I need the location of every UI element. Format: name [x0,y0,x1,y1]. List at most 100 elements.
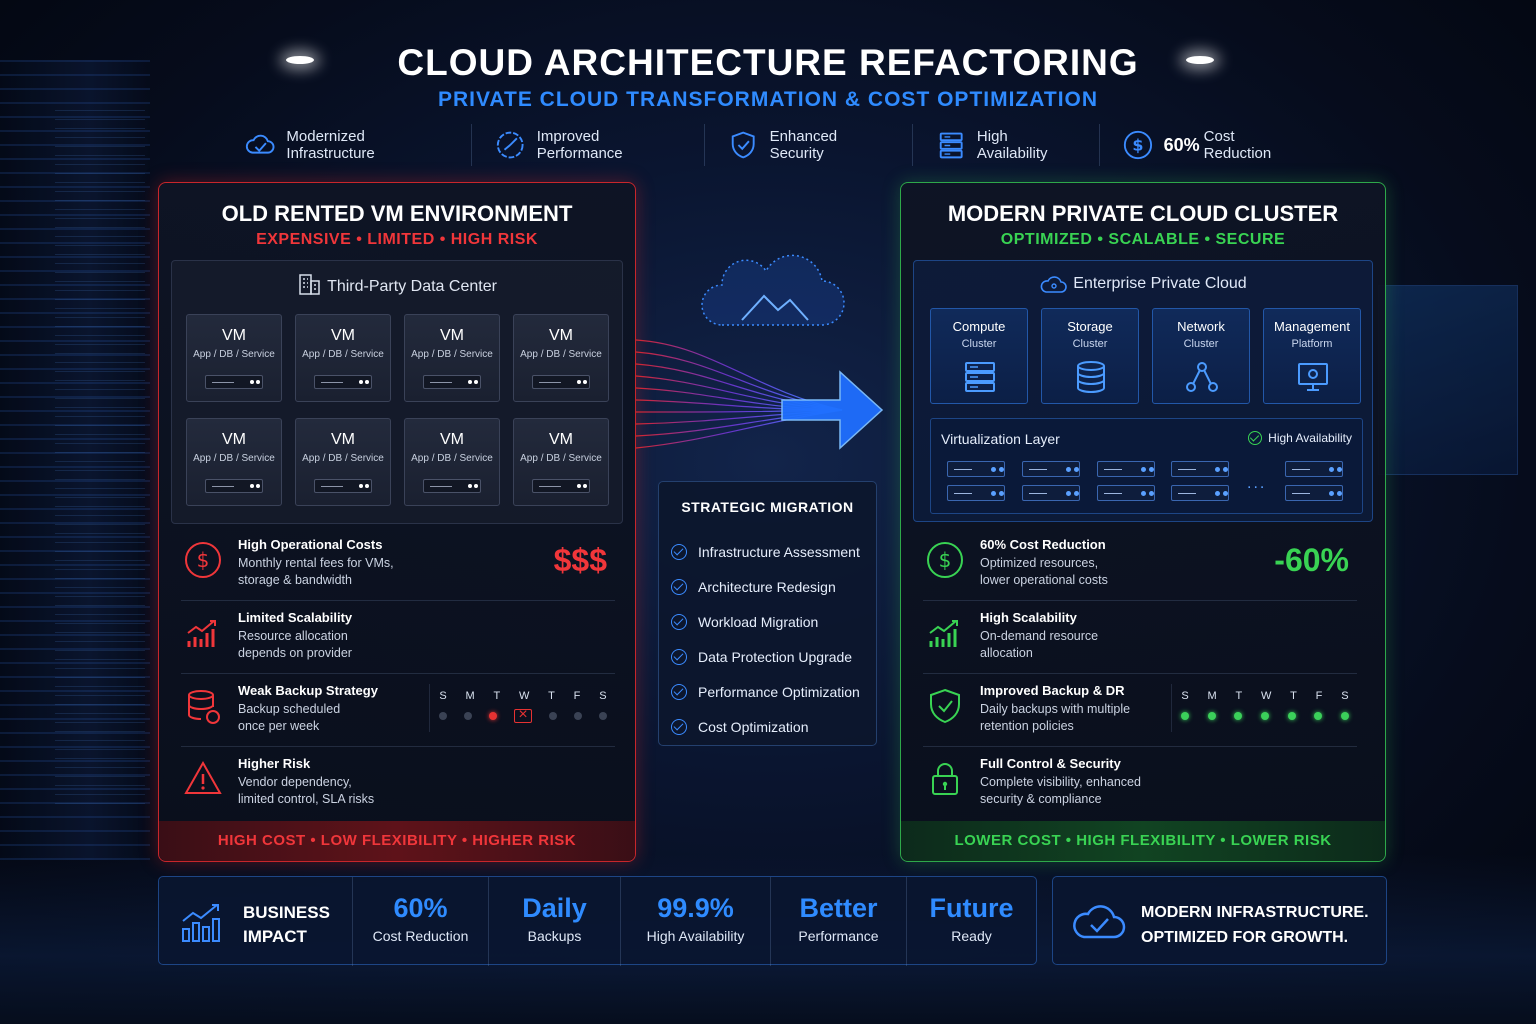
cluster-name: Management [1274,319,1350,334]
weekday-label: S [1181,690,1189,702]
benefit-desc-line1: Optimized resources, [980,556,1099,570]
stat-label: Ready [951,928,992,944]
backup-dot-done [1181,712,1190,720]
weekday-label: M [1207,690,1217,702]
building-icon [299,274,320,295]
stat-label: Performance [798,928,879,944]
weekday-label: W [518,690,530,702]
issue-text: Limited Scalability Resource allocation … [238,610,468,662]
svg-text:$: $ [1132,136,1143,155]
weekday-label: T [493,690,501,702]
migration-step-label: Architecture Redesign [698,578,836,595]
migration-step-label: Infrastructure Assessment [698,543,860,560]
cluster-management: Management Platform [1263,308,1361,404]
database-icon [1077,361,1105,394]
private-cloud-label: Enterprise Private Cloud [1073,275,1247,293]
benefit-row-security: Full Control & Security Complete visibil… [923,747,1357,820]
vm-name: VM [331,327,355,344]
cluster-name: Network [1177,319,1225,334]
datacenter-label: Third-Party Data Center [327,278,497,295]
stat-value: Better [799,893,878,923]
impact-stat-availability: 99.9% High Availability [620,877,770,966]
migration-step: Workload Migration [671,604,860,639]
migration-step: Cost Optimization [671,709,860,744]
issue-desc-line1: Monthly rental fees for VMs, [238,556,394,570]
database-warning-icon [188,690,220,724]
weekday-label: S [599,690,607,702]
padlock-icon [932,763,958,795]
cloud-network-icon [1040,276,1068,293]
network-icon [1186,362,1218,392]
cluster-compute: Compute Cluster [930,308,1028,404]
backup-dot-done [1340,712,1349,720]
benefit-desc-line2: security & compliance [980,792,1102,806]
cluster-storage: Storage Cluster [1041,308,1139,404]
server-unit-icon [314,479,372,493]
cloud-check-icon [1073,905,1126,939]
benefit-title: Full Control & Security [980,756,1121,771]
benefit-row-backup: Improved Backup & DR Daily backups with … [923,674,1357,747]
server-unit-icon [423,375,481,389]
vm-desc: App / DB / Service [302,453,384,464]
panel-footer: LOWER COST • HIGH FLEXIBILITY • LOWER RI… [901,821,1385,861]
benefit-title: High Scalability [980,610,1077,625]
server-icon [965,362,995,392]
server-unit-icon [314,375,372,389]
stat-label: Backups [527,928,582,944]
migration-title: STRATEGIC MIGRATION [681,499,854,515]
weekday-label: F [573,690,581,702]
stat-value: 60% [393,893,448,923]
migration-step: Architecture Redesign [671,569,860,604]
stat-label: Cost Reduction [372,928,469,944]
server-unit-icon [205,479,263,493]
feature-label: Enhanced Security [769,128,838,162]
benefit-desc-line2: lower operational costs [980,573,1108,587]
weekday-labels: SMTWTFS [1172,690,1358,702]
backup-dot-done [1207,712,1216,720]
page-subtitle: PRIVATE CLOUD TRANSFORMATION & COST OPTI… [437,88,1099,111]
issue-title: High Operational Costs [238,537,383,552]
issue-desc-line2: limited control, SLA risks [238,792,375,806]
bar-chart-up-icon [187,620,216,647]
migration-flow-graphic [635,254,884,450]
backup-dot-missed [574,712,583,720]
issue-text: Higher Risk Vendor dependency, limited c… [238,756,468,808]
cluster-sub: Cluster [1072,338,1108,350]
backup-dot-missed [599,712,608,720]
weekday-labels: SMTWTFS [430,690,616,702]
business-impact-line2: IMPACT [243,927,307,946]
virtual-host-icon [1022,461,1080,477]
issue-desc-line2: storage & bandwidth [238,573,352,587]
feature-cost: $ 60% Cost Reduction [1100,124,1322,166]
check-circle-icon [671,683,687,700]
virtual-host-icon [947,485,1005,501]
vm-name: VM [331,431,355,448]
impact-stat-performance: Better Performance [770,877,906,966]
vm-desc: App / DB / Service [302,349,384,360]
virtual-host-icon [1171,485,1229,501]
server-unit-icon [532,479,590,493]
weekday-label: S [1341,690,1349,702]
cluster-sub: Cluster [1183,338,1219,350]
vm-name: VM [440,431,464,448]
closing-statement-box: MODERN INFRASTRUCTURE. OPTIMIZED FOR GROW… [1052,876,1387,965]
migration-step: Data Protection Upgrade [671,639,860,674]
high-availability-label: High Availability [1268,431,1352,445]
enterprise-private-cloud: Enterprise Private Cloud Compute Cluster… [913,260,1373,522]
virtual-host-icon [1097,461,1155,477]
impact-stat-future: Future Ready [906,877,1036,966]
modern-cluster-panel: MODERN PRIVATE CLOUD CLUSTER OPTIMIZED •… [900,182,1386,862]
impact-stat-cost: 60% Cost Reduction [352,877,488,966]
backup-dot-failed [513,706,532,724]
vm-tile: VM App / DB / Service [186,418,282,506]
new-benefits-list: $ 60% Cost Reduction Optimized resources… [923,528,1357,820]
cluster-network: Network Cluster [1152,308,1250,404]
benefit-desc-line2: allocation [980,646,1033,660]
server-unit-icon [205,375,263,389]
shield-check-icon [731,131,755,159]
backup-dots [430,706,616,724]
feature-security: Enhanced Security [705,124,913,166]
dollar-circle-icon: $ [1123,130,1152,160]
backup-dot-done [1234,712,1243,720]
data-streams [635,339,843,449]
